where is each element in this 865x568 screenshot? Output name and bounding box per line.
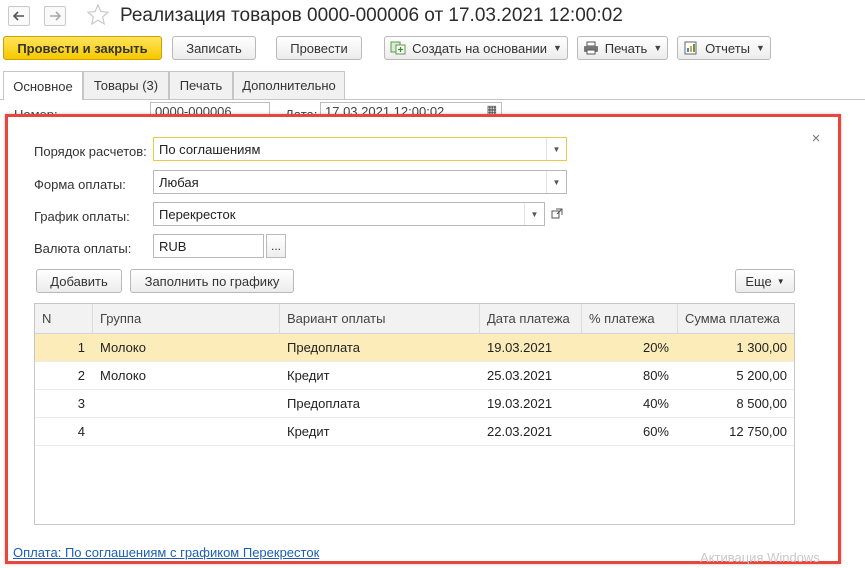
cell-percent: 40% (642, 396, 669, 411)
reports-icon (684, 41, 697, 55)
column-header-variant[interactable]: Вариант оплаты (279, 304, 479, 334)
reports-label: Отчеты (705, 40, 750, 56)
print-button[interactable]: Печать ▼ (577, 36, 668, 60)
cell-variant: Кредит (287, 424, 330, 439)
payment-form-field[interactable]: Любая ▼ (153, 170, 567, 194)
post-button[interactable]: Провести (276, 36, 362, 60)
currency-label: Валюта оплаты: (34, 241, 132, 256)
back-arrow-icon (13, 11, 24, 21)
cell-n: 4 (77, 424, 85, 439)
payment-form-value: Любая (159, 174, 199, 190)
more-button[interactable]: Еще ▼ (735, 269, 795, 293)
column-header-percent[interactable]: % платежа (581, 304, 677, 334)
cell-n: 2 (77, 368, 85, 383)
cell-group: Молоко (100, 368, 146, 383)
create-based-label: Создать на основании (412, 40, 547, 56)
table-row[interactable]: 2 Молоко Кредит 25.03.2021 80% 5 200,00 (35, 362, 794, 390)
forward-arrow-icon (50, 11, 61, 21)
tab-additional[interactable]: Дополнительно (233, 71, 345, 99)
column-header-date[interactable]: Дата платежа (479, 304, 581, 334)
table-row[interactable]: 1 Молоко Предоплата 19.03.2021 20% 1 300… (35, 334, 794, 362)
cell-percent: 60% (642, 424, 669, 439)
open-link-icon[interactable] (547, 202, 567, 226)
cell-variant: Кредит (287, 368, 330, 383)
document-title: Реализация товаров 0000-000006 от 17.03.… (120, 5, 623, 26)
cell-sum: 12 750,00 (729, 424, 787, 439)
close-icon[interactable]: × (809, 131, 823, 146)
cell-variant: Предоплата (287, 396, 360, 411)
payment-form-label: Форма оплаты: (34, 177, 126, 192)
printer-icon (583, 41, 598, 55)
dropdown-arrow-icon[interactable]: ▼ (524, 203, 544, 225)
favorite-star-icon[interactable] (86, 3, 110, 27)
cell-n: 3 (77, 396, 85, 411)
tab-main[interactable]: Основное (3, 71, 83, 100)
settlement-order-field[interactable]: По соглашениям ▼ (153, 137, 567, 161)
cell-sum: 1 300,00 (736, 340, 787, 355)
more-label: Еще (745, 273, 772, 289)
payment-schedule-value: Перекресток (159, 206, 236, 222)
table-row[interactable]: 4 Кредит 22.03.2021 60% 12 750,00 (35, 418, 794, 446)
post-and-close-button[interactable]: Провести и закрыть (3, 36, 162, 60)
payment-terms-link[interactable]: Оплата: По соглашениям с графиком Перекр… (13, 545, 319, 560)
cell-sum: 8 500,00 (736, 396, 787, 411)
cell-date: 19.03.2021 (487, 396, 553, 411)
cell-n: 1 (77, 340, 85, 355)
cell-date: 22.03.2021 (487, 424, 553, 439)
settlement-order-value: По соглашениям (159, 141, 261, 157)
tab-goods[interactable]: Товары (3) (83, 71, 169, 99)
cell-date: 19.03.2021 (487, 340, 553, 355)
tabs-divider (0, 99, 865, 100)
dropdown-arrow-icon[interactable]: ▼ (546, 171, 566, 193)
column-header-sum[interactable]: Сумма платежа (677, 304, 794, 334)
dropdown-arrow-icon[interactable]: ▼ (546, 138, 566, 160)
create-based-icon (390, 41, 406, 55)
save-button[interactable]: Записать (172, 36, 256, 60)
dropdown-arrow-icon: ▼ (776, 276, 785, 286)
payment-dialog: × Порядок расчетов: По соглашениям ▼ Фор… (5, 114, 841, 564)
back-button[interactable] (8, 6, 30, 26)
cell-percent: 80% (642, 368, 669, 383)
create-based-on-button[interactable]: Создать на основании ▼ (384, 36, 568, 60)
add-button[interactable]: Добавить (36, 269, 122, 293)
column-header-n[interactable]: N (35, 304, 92, 334)
dropdown-arrow-icon: ▼ (552, 43, 562, 53)
currency-select-button[interactable]: ... (266, 234, 286, 258)
payment-schedule-label: График оплаты: (34, 209, 130, 224)
print-label: Печать (604, 40, 648, 56)
tab-print[interactable]: Печать (169, 71, 233, 99)
column-header-group[interactable]: Группа (92, 304, 279, 334)
windows-activation-watermark: Активация Windows (700, 550, 820, 565)
currency-value: RUB (159, 238, 187, 254)
table-header: N Группа Вариант оплаты Дата платежа % п… (35, 304, 794, 334)
settlement-order-label: Порядок расчетов: (34, 144, 147, 159)
cell-date: 25.03.2021 (487, 368, 553, 383)
forward-button[interactable] (44, 6, 66, 26)
cell-group: Молоко (100, 340, 146, 355)
table-row[interactable]: 3 Предоплата 19.03.2021 40% 8 500,00 (35, 390, 794, 418)
dropdown-arrow-icon: ▼ (756, 43, 765, 53)
dropdown-arrow-icon: ▼ (653, 43, 663, 53)
cell-sum: 5 200,00 (736, 368, 787, 383)
reports-button[interactable]: Отчеты ▼ (677, 36, 771, 60)
cell-variant: Предоплата (287, 340, 360, 355)
payment-schedule-field[interactable]: Перекресток ▼ (153, 202, 545, 226)
fill-by-schedule-button[interactable]: Заполнить по графику (130, 269, 294, 293)
payment-table: N Группа Вариант оплаты Дата платежа % п… (34, 303, 795, 525)
cell-percent: 20% (642, 340, 669, 355)
currency-field[interactable]: RUB (153, 234, 264, 258)
